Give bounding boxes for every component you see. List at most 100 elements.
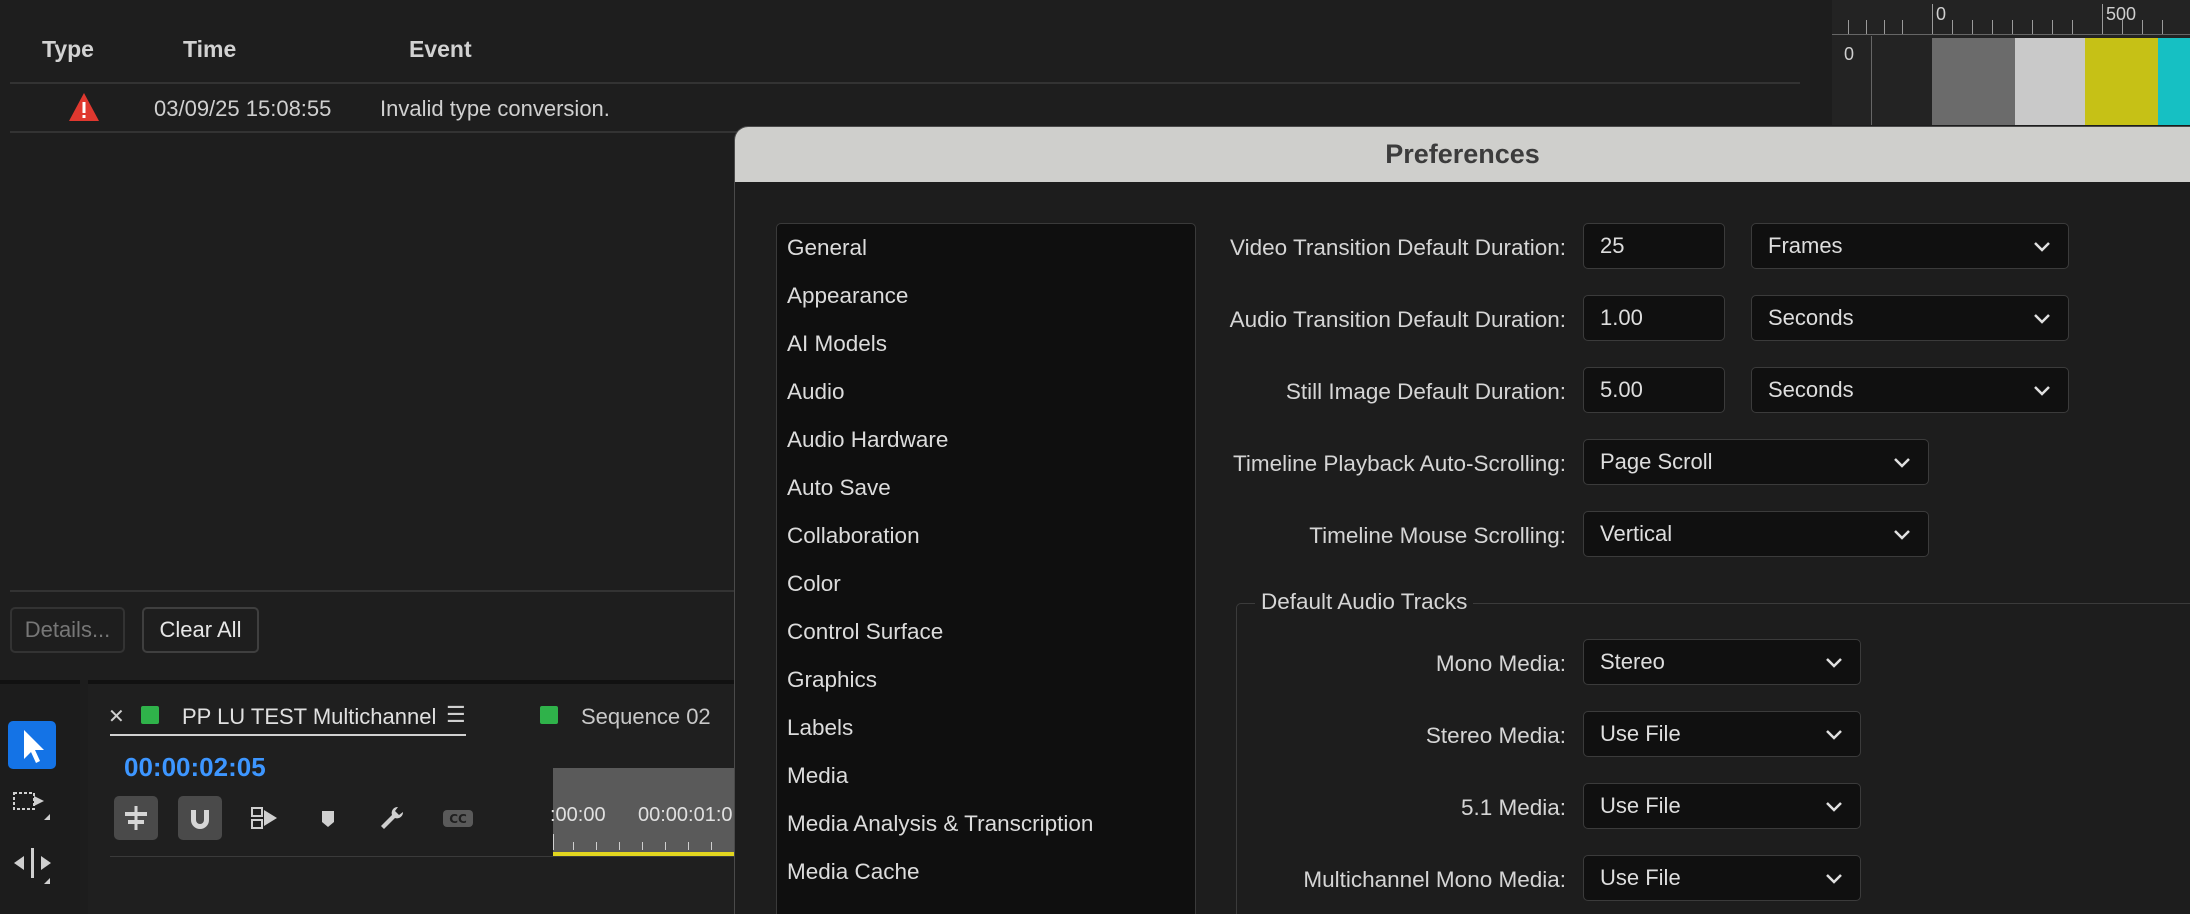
header-divider	[10, 82, 1800, 84]
preferences-dialog: Preferences General Appearance AI Models…	[734, 126, 2190, 914]
stereo-media-dropdown[interactable]: Use File	[1583, 711, 1861, 757]
ruler-tick	[665, 842, 666, 850]
warning-icon	[69, 93, 99, 121]
chevron-down-icon	[1894, 458, 1910, 468]
panel-menu-icon[interactable]: ☰	[446, 702, 466, 728]
track-select-icon	[13, 792, 50, 820]
auto-scrolling-label: Timeline Playback Auto-Scrolling:	[1232, 451, 1566, 476]
timeline-settings-button[interactable]	[370, 796, 414, 840]
ruler-label: 0	[1936, 4, 1947, 24]
ruler-tick	[1866, 20, 1867, 34]
ruler-tick	[2162, 20, 2163, 34]
ruler-tick	[2032, 20, 2033, 34]
add-marker-button[interactable]	[306, 796, 350, 840]
ruler-tick	[1884, 20, 1885, 34]
category-audio-hardware[interactable]: Audio Hardware	[787, 427, 948, 453]
chevron-down-icon	[1894, 530, 1910, 540]
insert-nest-toggle[interactable]	[114, 796, 158, 840]
category-collaboration[interactable]: Collaboration	[787, 523, 920, 549]
tab-sequence-label[interactable]: PP LU TEST Multichannel	[182, 704, 436, 730]
column-header-time[interactable]: Time	[183, 36, 236, 63]
category-labels[interactable]: Labels	[787, 715, 853, 741]
column-header-event[interactable]: Event	[409, 36, 472, 63]
mono-media-label: Mono Media:	[1435, 651, 1566, 676]
ruler-tick	[1932, 4, 1933, 34]
category-graphics[interactable]: Graphics	[787, 667, 877, 693]
ruler-tick	[1972, 20, 1973, 34]
audio-transition-input[interactable]: 1.00	[1583, 295, 1725, 341]
ruler-tick	[1848, 20, 1849, 34]
ruler-tick	[619, 842, 620, 850]
ruler-tick	[711, 842, 712, 850]
details-button[interactable]: Details...	[10, 607, 125, 653]
category-media[interactable]: Media	[787, 763, 848, 789]
track-select-tool[interactable]	[10, 784, 56, 824]
program-monitor: 0 500 0	[1832, 0, 2190, 125]
category-control-surface[interactable]: Control Surface	[787, 619, 943, 645]
still-image-input[interactable]: 5.00	[1583, 367, 1725, 413]
clear-all-button[interactable]: Clear All	[142, 607, 259, 653]
ruler-label: 500	[2106, 4, 2137, 24]
ruler-tick	[2102, 4, 2103, 34]
video-transition-input[interactable]: 25	[1583, 223, 1725, 269]
category-audio[interactable]: Audio	[787, 379, 845, 405]
ruler-tick	[642, 842, 643, 850]
ripple-edit-tool[interactable]	[10, 844, 56, 888]
category-auto-save[interactable]: Auto Save	[787, 475, 891, 501]
chevron-down-icon	[2034, 314, 2050, 324]
ruler-tick	[688, 842, 689, 850]
dropdown-value: Seconds	[1768, 377, 1854, 402]
ruler-tick	[1902, 20, 1903, 34]
track-divider	[110, 856, 750, 857]
category-color[interactable]: Color	[787, 571, 841, 597]
group-title: Default Audio Tracks	[1255, 589, 1474, 615]
dialog-title[interactable]: Preferences	[735, 127, 2190, 182]
dropdown-value: Use File	[1600, 865, 1681, 890]
category-general[interactable]: General	[787, 235, 867, 261]
category-ai-models[interactable]: AI Models	[787, 331, 887, 357]
ruler-timecode: :00:00	[550, 804, 606, 826]
captions-button[interactable]: CC	[434, 796, 478, 840]
nest-icon	[125, 806, 147, 830]
linked-selection-icon	[251, 807, 277, 829]
category-appearance[interactable]: Appearance	[787, 283, 908, 309]
close-icon[interactable]: ✕	[108, 704, 125, 729]
five-one-media-label: 5.1 Media:	[1460, 795, 1566, 820]
still-image-label: Still Image Default Duration:	[1285, 379, 1566, 404]
column-header-type[interactable]: Type	[42, 36, 94, 63]
five-one-media-dropdown[interactable]: Use File	[1583, 783, 1861, 829]
color-bar-gray	[1932, 38, 2015, 125]
stereo-media-label: Stereo Media:	[1425, 723, 1566, 748]
still-image-unit-dropdown[interactable]: Seconds	[1751, 367, 2069, 413]
ruler-tick	[2072, 20, 2073, 34]
color-bar-white	[2015, 38, 2085, 125]
ruler-baseline	[1832, 34, 2190, 35]
selection-tool[interactable]	[8, 721, 56, 769]
video-transition-unit-dropdown[interactable]: Frames	[1751, 223, 2069, 269]
snap-toggle[interactable]	[178, 796, 222, 840]
mouse-scrolling-label: Timeline Mouse Scrolling:	[1309, 523, 1566, 548]
event-time: 03/09/25 15:08:55	[154, 96, 332, 121]
ruler-tick	[1952, 20, 1953, 34]
timeline-panel: ✕ PP LU TEST Multichannel ☰ Sequence 02 …	[88, 680, 750, 914]
dropdown-value: Use File	[1600, 793, 1681, 818]
category-media-cache[interactable]: Media Cache	[787, 859, 920, 885]
video-transition-label: Video Transition Default Duration:	[1229, 235, 1566, 260]
playhead-timecode[interactable]: 00:00:02:05	[124, 752, 266, 783]
wrench-icon	[381, 806, 404, 829]
dropdown-value: Page Scroll	[1600, 449, 1713, 474]
mouse-scrolling-dropdown[interactable]: Vertical	[1583, 511, 1929, 557]
ruler-tick	[553, 834, 554, 850]
mono-media-dropdown[interactable]: Stereo	[1583, 639, 1861, 685]
dropdown-value: Vertical	[1600, 521, 1673, 546]
audio-transition-unit-dropdown[interactable]: Seconds	[1751, 295, 2069, 341]
closed-captions-icon: CC	[443, 810, 473, 827]
sequence-color-label	[141, 706, 159, 724]
linked-selection-toggle[interactable]	[242, 796, 286, 840]
auto-scrolling-dropdown[interactable]: Page Scroll	[1583, 439, 1929, 485]
tab-sequence-02[interactable]: Sequence 02	[581, 704, 711, 730]
multichannel-mono-dropdown[interactable]: Use File	[1583, 855, 1861, 901]
ripple-edit-icon	[14, 848, 51, 884]
multichannel-mono-label: Multichannel Mono Media:	[1303, 867, 1566, 892]
color-bar-cyan	[2158, 38, 2190, 125]
